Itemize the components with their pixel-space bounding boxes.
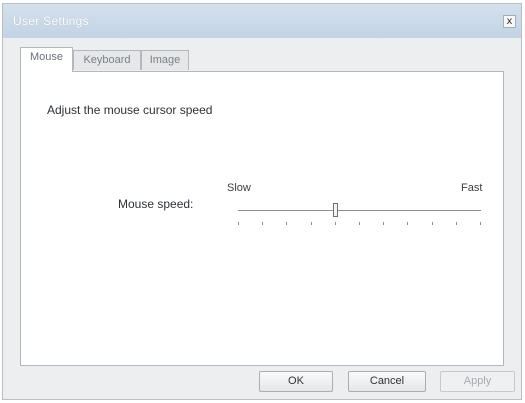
tab-keyboard[interactable]: Keyboard bbox=[73, 50, 141, 70]
slider-tick bbox=[456, 222, 457, 225]
mouse-settings-panel: Adjust the mouse cursor speed Mouse spee… bbox=[20, 71, 504, 366]
slider-thumb[interactable] bbox=[333, 203, 338, 217]
slider-tick bbox=[480, 222, 481, 225]
user-settings-dialog: User Settings x Mouse Keyboard Image Adj… bbox=[2, 3, 522, 400]
slider-tick bbox=[432, 222, 433, 225]
window-title: User Settings bbox=[13, 14, 89, 28]
slider-tick bbox=[238, 222, 239, 225]
apply-button[interactable]: Apply bbox=[440, 371, 515, 392]
slider-tick bbox=[311, 222, 312, 225]
slider-track[interactable] bbox=[238, 210, 481, 211]
title-bar[interactable]: User Settings x bbox=[3, 4, 521, 38]
slider-tick bbox=[286, 222, 287, 225]
slider-tick bbox=[407, 222, 408, 225]
ok-button[interactable]: OK bbox=[259, 371, 333, 392]
slider-tick bbox=[262, 222, 263, 225]
button-bar: OK Cancel Apply bbox=[3, 364, 521, 399]
mouse-speed-slider[interactable] bbox=[238, 202, 481, 226]
slider-tick bbox=[383, 222, 384, 225]
close-button[interactable]: x bbox=[503, 15, 516, 28]
slider-tick bbox=[359, 222, 360, 225]
tab-image[interactable]: Image bbox=[141, 50, 189, 70]
slider-tick bbox=[335, 222, 336, 225]
close-icon: x bbox=[506, 16, 513, 27]
panel-heading: Adjust the mouse cursor speed bbox=[47, 103, 213, 117]
cancel-button[interactable]: Cancel bbox=[348, 371, 426, 392]
slow-label: Slow bbox=[227, 182, 251, 194]
mouse-speed-label: Mouse speed: bbox=[118, 197, 194, 211]
fast-label: Fast bbox=[461, 182, 483, 194]
tab-mouse[interactable]: Mouse bbox=[20, 47, 73, 72]
